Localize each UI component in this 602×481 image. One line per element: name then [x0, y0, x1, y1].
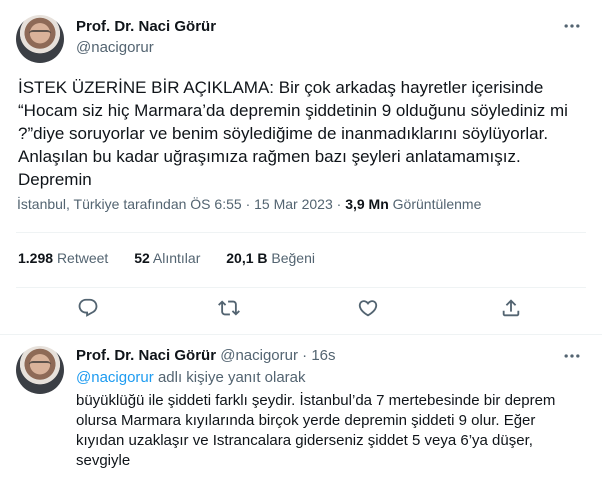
likes-label: Beğeni [271, 250, 315, 266]
tweet-time[interactable]: ÖS 6:55 [190, 196, 241, 212]
author-handle[interactable]: @nacigorur [76, 39, 154, 56]
divider [0, 334, 602, 335]
divider [16, 287, 586, 288]
tweet-date[interactable]: 15 Mar 2023 [254, 196, 333, 212]
tweet-text: İSTEK ÜZERİNE BİR AÇIKLAMA: Bir çok arka… [18, 78, 568, 189]
retweets-count: 1.298 [18, 250, 54, 266]
quotes-label: Alıntılar [152, 250, 201, 266]
reply-author-handle[interactable]: @nacigorur [220, 347, 298, 364]
views-label: Görüntülenme [392, 196, 482, 212]
replying-to-mention[interactable]: @nacigorur [76, 369, 154, 386]
meta-separator-2: · [336, 196, 342, 212]
more-options-icon[interactable] [562, 16, 582, 36]
retweet-icon[interactable] [218, 297, 240, 319]
replying-to-suffix: adlı kişiye yanıt olarak [157, 369, 306, 386]
views-count: 3,9 Mn [345, 196, 389, 212]
divider [16, 232, 586, 233]
likes-stat[interactable]: 20,1 B Beğeni [226, 250, 315, 266]
author-avatar[interactable] [16, 15, 64, 63]
tweet-stats: 1.298 Retweet 52 Alıntılar 20,1 B Beğeni [18, 250, 337, 266]
reply-icon[interactable] [77, 297, 99, 319]
quotes-stat[interactable]: 52 Alıntılar [134, 250, 204, 266]
reply-separator: · [302, 347, 308, 364]
reply-header: Prof. Dr. Naci Görür @nacigorur · 16s [76, 347, 336, 364]
reply-author-avatar[interactable] [16, 346, 64, 394]
author-name[interactable]: Prof. Dr. Naci Görür [76, 18, 216, 35]
reply-more-options-icon[interactable] [562, 346, 582, 366]
replying-to: @nacigorur adlı kişiye yanıt olarak [76, 369, 306, 386]
tweet-meta: İstanbul, Türkiye tarafından ÖS 6:55 · 1… [17, 196, 481, 212]
reply-time[interactable]: 16s [311, 347, 335, 364]
likes-count: 20,1 B [226, 250, 268, 266]
quotes-count: 52 [134, 250, 150, 266]
meta-separator: · [245, 196, 251, 212]
like-icon[interactable] [357, 297, 379, 319]
reply-text: büyüklüğü ile şiddeti farklı şeydir. İst… [76, 392, 556, 469]
retweets-label: Retweet [56, 250, 109, 266]
reply-author-name[interactable]: Prof. Dr. Naci Görür [76, 347, 216, 364]
share-icon[interactable] [500, 297, 522, 319]
retweets-stat[interactable]: 1.298 Retweet [18, 250, 112, 266]
tweet-location: İstanbul, Türkiye tarafından [17, 196, 187, 212]
